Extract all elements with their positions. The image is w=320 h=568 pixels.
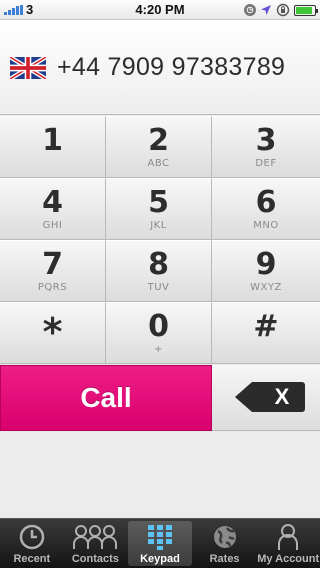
- key-4[interactable]: 4 GHI: [0, 178, 106, 240]
- account-icon: [278, 524, 299, 550]
- tab-label: Contacts: [71, 553, 119, 565]
- tab-label: Recent: [13, 553, 51, 565]
- clock-icon: [19, 524, 45, 550]
- rotation-lock-icon: [276, 3, 290, 17]
- key-3[interactable]: 3 DEF: [212, 116, 320, 178]
- key-2[interactable]: 2 ABC: [106, 116, 212, 178]
- action-row: Call X: [0, 365, 320, 431]
- key-letters: TUV: [147, 282, 170, 293]
- key-digit: 2: [148, 123, 169, 158]
- key-8[interactable]: 8 TUV: [106, 240, 212, 302]
- key-digit: 9: [255, 247, 277, 282]
- tab-label: Rates: [209, 553, 240, 565]
- uk-flag-icon[interactable]: [10, 57, 46, 79]
- key-letters: GHI: [42, 220, 63, 231]
- key-9[interactable]: 9 WXYZ: [212, 240, 320, 302]
- tab-label: Keypad: [140, 553, 180, 565]
- key-star[interactable]: *: [0, 302, 106, 364]
- battery-icon: [294, 4, 318, 16]
- tab-my-account[interactable]: My Account: [256, 519, 320, 568]
- key-digit: 1: [42, 123, 63, 158]
- key-letters: ABC: [147, 158, 170, 169]
- backspace-cell: X: [212, 365, 320, 431]
- key-7[interactable]: 7 PQRS: [0, 240, 106, 302]
- key-digit: #: [253, 309, 279, 344]
- location-arrow-icon: [261, 5, 271, 15]
- tab-label: My Account: [257, 553, 320, 565]
- key-letters: WXYZ: [250, 282, 282, 293]
- backspace-label: X: [274, 384, 290, 409]
- globe-icon: [213, 526, 236, 548]
- key-5[interactable]: 5 JKL: [106, 178, 212, 240]
- tab-contacts[interactable]: Contacts: [64, 519, 128, 568]
- empty-area: [0, 432, 320, 518]
- backspace-button[interactable]: X: [234, 380, 306, 414]
- key-letters: MNO: [253, 220, 279, 231]
- key-digit: 3: [255, 123, 277, 158]
- key-letters: DEF: [255, 158, 277, 169]
- status-bar: 3 4:20 PM ◷: [0, 0, 320, 20]
- keypad: 1 2 ABC 3 DEF 4 GHI 5 JKL 6 MNO 7 PQRS 8…: [0, 116, 320, 364]
- key-digit: 5: [148, 185, 169, 220]
- key-digit: 0: [148, 309, 169, 344]
- phone-number[interactable]: +44 7909 97383789: [57, 53, 285, 82]
- key-1[interactable]: 1: [0, 116, 106, 178]
- key-0[interactable]: 0 +: [106, 302, 212, 364]
- number-display: +44 7909 97383789: [0, 20, 320, 115]
- key-digit: *: [42, 310, 63, 354]
- key-digit: 8: [148, 247, 169, 282]
- keypad-icon: [147, 525, 172, 550]
- tab-keypad[interactable]: Keypad: [128, 521, 192, 566]
- key-hash[interactable]: #: [212, 302, 320, 364]
- alarm-icon: ◷: [244, 4, 256, 16]
- key-letters: JKL: [150, 220, 167, 231]
- key-letters: PQRS: [37, 282, 68, 293]
- key-digit: 6: [255, 185, 277, 220]
- contacts-icon: [73, 525, 118, 549]
- tab-bar: Recent Contacts Keypad Rates My Account: [0, 518, 320, 568]
- tab-rates[interactable]: Rates: [193, 519, 257, 568]
- key-letters: +: [154, 344, 163, 355]
- key-digit: 4: [42, 185, 63, 220]
- tab-recent[interactable]: Recent: [0, 519, 64, 568]
- key-6[interactable]: 6 MNO: [212, 178, 320, 240]
- call-button[interactable]: Call: [0, 365, 212, 431]
- key-digit: 7: [42, 247, 63, 282]
